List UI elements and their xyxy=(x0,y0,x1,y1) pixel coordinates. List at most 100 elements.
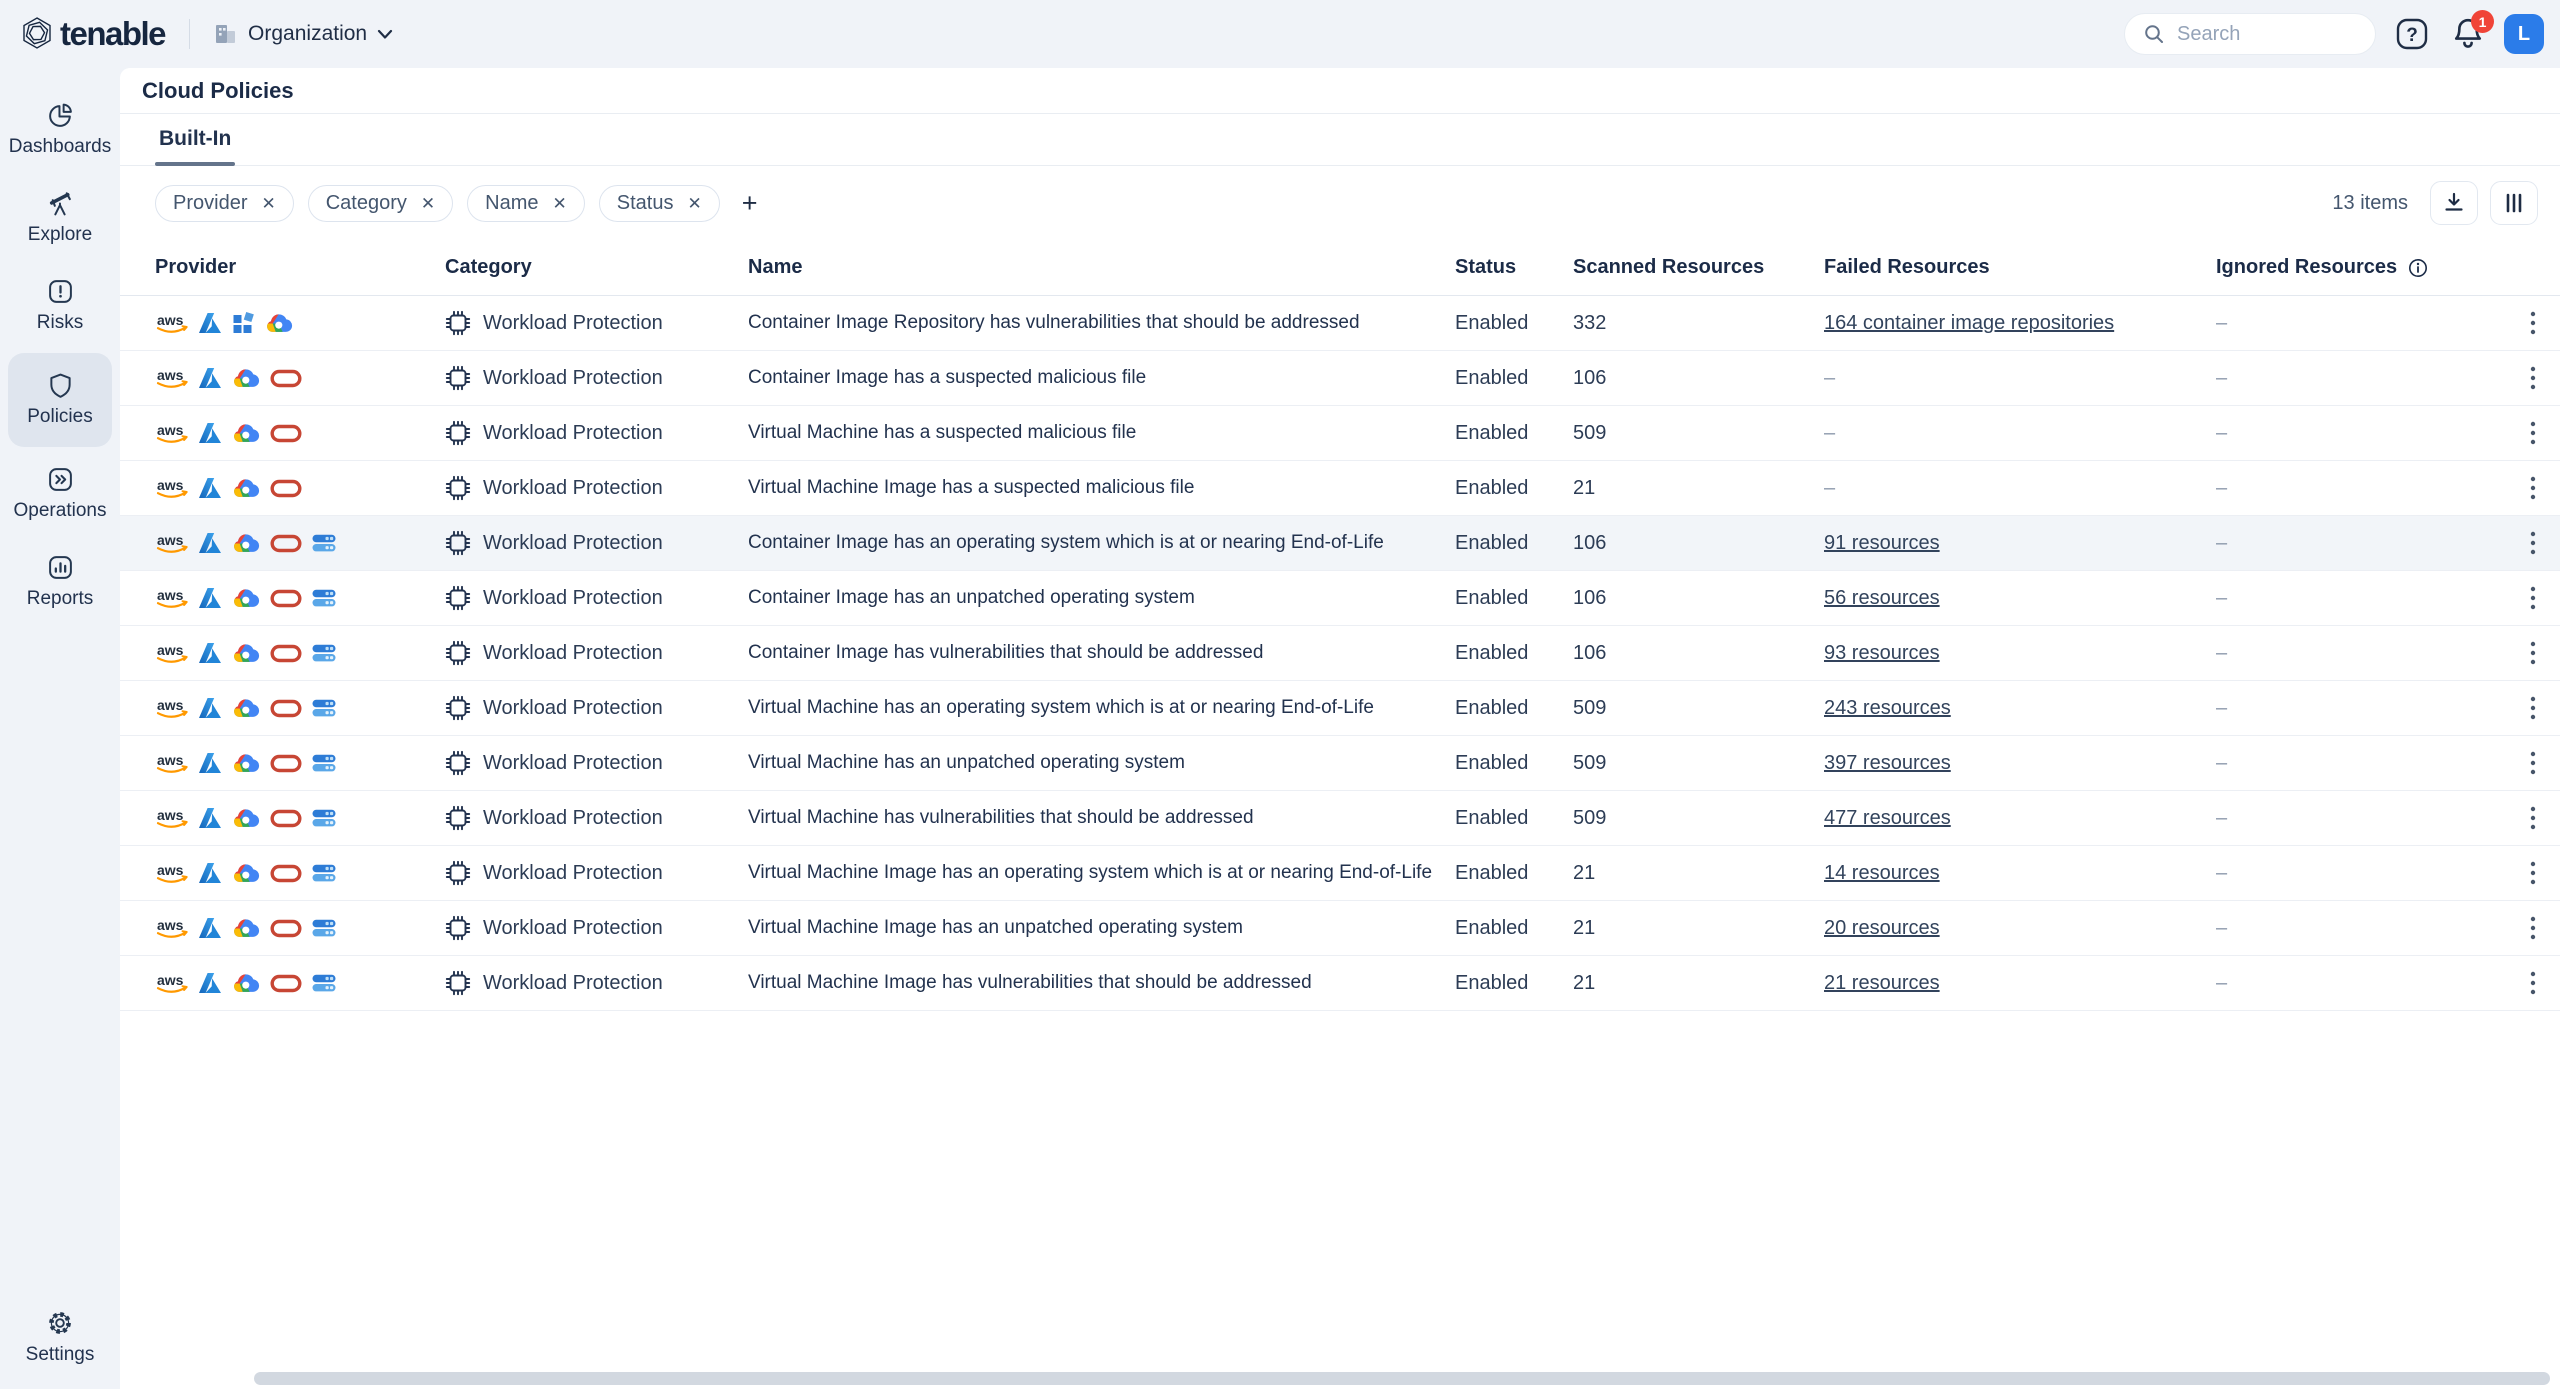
download-icon xyxy=(2442,191,2466,215)
server-stack-icon xyxy=(311,752,337,774)
filter-chip-name[interactable]: Name ✕ xyxy=(467,185,585,222)
failed-resources-link[interactable]: 243 resources xyxy=(1824,697,1951,719)
sidebar-item-reports[interactable]: Reports xyxy=(8,541,112,623)
column-header-status[interactable]: Status xyxy=(1455,256,1573,279)
column-header-ignored[interactable]: Ignored Resources xyxy=(2216,256,2505,279)
column-header-failed[interactable]: Failed Resources xyxy=(1824,256,2216,279)
category-cell: Workload Protection xyxy=(445,970,748,996)
organization-switcher[interactable]: Organization xyxy=(214,22,393,46)
filter-chip-provider[interactable]: Provider ✕ xyxy=(155,185,294,222)
pie-chart-icon xyxy=(47,102,74,129)
row-actions-menu-button[interactable] xyxy=(2516,306,2550,340)
sidebar-item-label: Dashboards xyxy=(9,136,111,158)
aws-icon: aws xyxy=(155,477,189,500)
table-row[interactable]: awsWorkload ProtectionVirtual Machine Im… xyxy=(120,901,2560,956)
oracle-icon xyxy=(270,698,302,719)
filter-chip-status[interactable]: Status ✕ xyxy=(599,185,720,222)
google-cloud-icon xyxy=(231,367,261,390)
row-actions-menu-button[interactable] xyxy=(2516,856,2550,890)
column-header-provider[interactable]: Provider xyxy=(155,256,445,279)
aws-icon: aws xyxy=(155,697,189,720)
horizontal-scrollbar[interactable] xyxy=(254,1372,2550,1385)
table-row[interactable]: awsWorkload ProtectionContainer Image ha… xyxy=(120,626,2560,681)
row-actions-menu-button[interactable] xyxy=(2516,581,2550,615)
scanned-resources-cell: 509 xyxy=(1573,752,1824,775)
remove-filter-icon[interactable]: ✕ xyxy=(687,195,701,212)
category-cell: Workload Protection xyxy=(445,750,748,776)
provider-icons: aws xyxy=(155,696,445,720)
row-actions-menu-button[interactable] xyxy=(2516,636,2550,670)
table-row[interactable]: awsWorkload ProtectionContainer Image ha… xyxy=(120,351,2560,406)
row-actions-menu-button[interactable] xyxy=(2516,966,2550,1000)
failed-resources-cell: 14 resources xyxy=(1824,862,2216,885)
remove-filter-icon[interactable]: ✕ xyxy=(553,195,567,212)
search-input[interactable] xyxy=(2177,23,2347,46)
failed-resources-link[interactable]: 164 container image repositories xyxy=(1824,312,2114,334)
table-body: awsWorkload ProtectionContainer Image Re… xyxy=(120,296,2560,1011)
tab-built-in[interactable]: Built-In xyxy=(155,127,235,165)
failed-resources-cell: 243 resources xyxy=(1824,697,2216,720)
row-actions-menu-button[interactable] xyxy=(2516,911,2550,945)
table-row[interactable]: awsWorkload ProtectionContainer Image Re… xyxy=(120,296,2560,351)
remove-filter-icon[interactable]: ✕ xyxy=(421,195,435,212)
table-row[interactable]: awsWorkload ProtectionVirtual Machine ha… xyxy=(120,406,2560,461)
sidebar-item-dashboards[interactable]: Dashboards xyxy=(8,89,112,171)
table-row[interactable]: awsWorkload ProtectionContainer Image ha… xyxy=(120,571,2560,626)
failed-resources-link[interactable]: 91 resources xyxy=(1824,532,1940,554)
sidebar-item-risks[interactable]: Risks xyxy=(8,265,112,347)
row-actions-menu-button[interactable] xyxy=(2516,746,2550,780)
column-header-category[interactable]: Category xyxy=(445,256,748,279)
table-row[interactable]: awsWorkload ProtectionVirtual Machine Im… xyxy=(120,956,2560,1011)
failed-resources-cell: – xyxy=(1824,422,2216,445)
filter-chip-category[interactable]: Category ✕ xyxy=(308,185,453,222)
sidebar-item-settings[interactable]: Settings xyxy=(8,1296,112,1379)
table-row[interactable]: awsWorkload ProtectionVirtual Machine ha… xyxy=(120,736,2560,791)
failed-resources-link[interactable]: 477 resources xyxy=(1824,807,1951,829)
row-actions-menu-button[interactable] xyxy=(2516,691,2550,725)
add-filter-button[interactable]: + xyxy=(742,188,758,219)
sidebar-item-policies[interactable]: Policies xyxy=(8,353,112,447)
sidebar-item-explore[interactable]: Explore xyxy=(8,177,112,259)
oracle-icon xyxy=(270,588,302,609)
table-row[interactable]: awsWorkload ProtectionVirtual Machine ha… xyxy=(120,791,2560,846)
ignored-resources-cell: – xyxy=(2216,477,2505,500)
search-icon xyxy=(2143,23,2165,45)
category-label: Workload Protection xyxy=(483,642,663,665)
failed-resources-link[interactable]: 20 resources xyxy=(1824,917,1940,939)
table-row[interactable]: awsWorkload ProtectionVirtual Machine Im… xyxy=(120,461,2560,516)
export-button[interactable] xyxy=(2430,181,2478,225)
row-actions-menu-button[interactable] xyxy=(2516,361,2550,395)
table-row[interactable]: awsWorkload ProtectionContainer Image ha… xyxy=(120,516,2560,571)
columns-button[interactable] xyxy=(2490,181,2538,225)
category-cell: Workload Protection xyxy=(445,640,748,666)
question-mark-icon: ? xyxy=(2394,16,2430,52)
failed-resources-link[interactable]: 56 resources xyxy=(1824,587,1940,609)
row-actions-menu-button[interactable] xyxy=(2516,526,2550,560)
help-button[interactable]: ? xyxy=(2392,14,2432,54)
user-avatar[interactable]: L xyxy=(2504,14,2544,54)
policy-name: Container Image has an operating system … xyxy=(748,532,1455,554)
row-actions-menu-button[interactable] xyxy=(2516,471,2550,505)
column-header-name[interactable]: Name xyxy=(748,256,1455,279)
google-cloud-icon xyxy=(231,532,261,555)
ignored-resources-cell: – xyxy=(2216,422,2505,445)
failed-resources-link[interactable]: 93 resources xyxy=(1824,642,1940,664)
remove-filter-icon[interactable]: ✕ xyxy=(261,195,275,212)
sidebar-item-operations[interactable]: Operations xyxy=(8,453,112,535)
failed-resources-link[interactable]: 14 resources xyxy=(1824,862,1940,884)
row-actions-menu-button[interactable] xyxy=(2516,801,2550,835)
notifications-button[interactable]: 1 xyxy=(2448,14,2488,54)
table-row[interactable]: awsWorkload ProtectionVirtual Machine ha… xyxy=(120,681,2560,736)
aws-icon: aws xyxy=(155,642,189,665)
category-cell: Workload Protection xyxy=(445,365,748,391)
row-actions-menu-button[interactable] xyxy=(2516,416,2550,450)
failed-resources-empty: – xyxy=(1824,477,1835,499)
failed-resources-empty: – xyxy=(1824,422,1835,444)
sidebar-item-label: Settings xyxy=(26,1344,95,1366)
failed-resources-link[interactable]: 21 resources xyxy=(1824,972,1940,994)
table-row[interactable]: awsWorkload ProtectionVirtual Machine Im… xyxy=(120,846,2560,901)
server-stack-icon xyxy=(311,532,337,554)
failed-resources-link[interactable]: 397 resources xyxy=(1824,752,1951,774)
column-header-scanned[interactable]: Scanned Resources xyxy=(1573,256,1824,279)
azure-icon xyxy=(198,971,222,995)
